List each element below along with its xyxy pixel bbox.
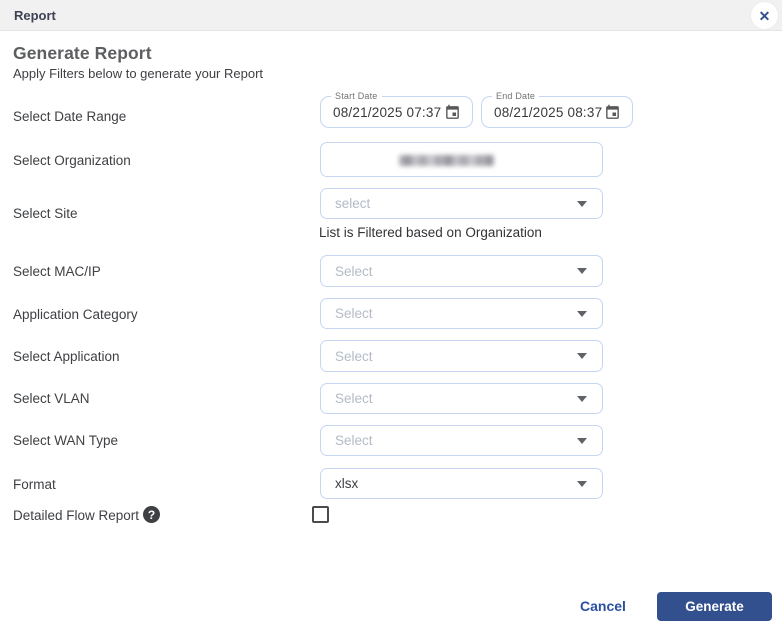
date-range-label: Select Date Range	[13, 109, 126, 124]
chevron-down-icon	[577, 438, 587, 444]
app-category-label: Application Category	[13, 307, 138, 322]
site-placeholder: select	[335, 196, 577, 211]
page-title: Generate Report	[13, 43, 152, 64]
dialog-titlebar: Report ✕	[0, 0, 782, 31]
mac-ip-label: Select MAC/IP	[13, 264, 101, 279]
end-date-value: 08/21/2025 08:37	[494, 105, 604, 120]
calendar-icon[interactable]	[604, 104, 621, 121]
end-date-float-label: End Date	[492, 90, 539, 102]
vlan-dropdown[interactable]: Select	[320, 383, 603, 414]
mac-ip-placeholder: Select	[335, 264, 577, 279]
chevron-down-icon	[577, 396, 587, 402]
end-date-field[interactable]: End Date 08/21/2025 08:37	[481, 96, 633, 128]
app-category-placeholder: Select	[335, 306, 577, 321]
wan-type-placeholder: Select	[335, 433, 577, 448]
calendar-icon[interactable]	[444, 104, 461, 121]
app-category-dropdown[interactable]: Select	[320, 298, 603, 329]
application-label: Select Application	[13, 349, 120, 364]
close-button[interactable]: ✕	[751, 2, 778, 29]
site-label: Select Site	[13, 206, 78, 221]
site-dropdown[interactable]: select	[320, 188, 603, 219]
help-icon[interactable]: ?	[143, 506, 160, 523]
generate-button[interactable]: Generate	[657, 592, 772, 621]
application-placeholder: Select	[335, 349, 577, 364]
chevron-down-icon	[577, 481, 587, 487]
vlan-placeholder: Select	[335, 391, 577, 406]
cancel-button[interactable]: Cancel	[580, 598, 626, 614]
format-dropdown[interactable]: xlsx	[320, 468, 603, 499]
chevron-down-icon	[577, 201, 587, 207]
detailed-flow-checkbox[interactable]	[312, 506, 329, 523]
organization-label: Select Organization	[13, 153, 131, 168]
chevron-down-icon	[577, 268, 587, 274]
dialog-title: Report	[14, 8, 56, 23]
mac-ip-dropdown[interactable]: Select	[320, 255, 603, 287]
detailed-flow-label: Detailed Flow Report	[13, 508, 139, 523]
chevron-down-icon	[577, 311, 587, 317]
format-label: Format	[13, 477, 56, 492]
wan-type-label: Select WAN Type	[13, 433, 118, 448]
close-icon: ✕	[759, 9, 771, 23]
chevron-down-icon	[577, 353, 587, 359]
organization-redacted-value	[399, 155, 494, 166]
format-value: xlsx	[335, 476, 577, 491]
generate-report-dialog: Report ✕ Generate Report Apply Filters b…	[0, 0, 782, 625]
start-date-float-label: Start Date	[331, 90, 382, 102]
vlan-label: Select VLAN	[13, 391, 90, 406]
application-dropdown[interactable]: Select	[320, 340, 603, 372]
organization-input[interactable]	[320, 142, 603, 177]
start-date-value: 08/21/2025 07:37	[333, 105, 444, 120]
page-subtitle: Apply Filters below to generate your Rep…	[13, 66, 263, 81]
wan-type-dropdown[interactable]: Select	[320, 425, 603, 456]
site-filter-note: List is Filtered based on Organization	[319, 225, 542, 240]
start-date-field[interactable]: Start Date 08/21/2025 07:37	[320, 96, 473, 128]
